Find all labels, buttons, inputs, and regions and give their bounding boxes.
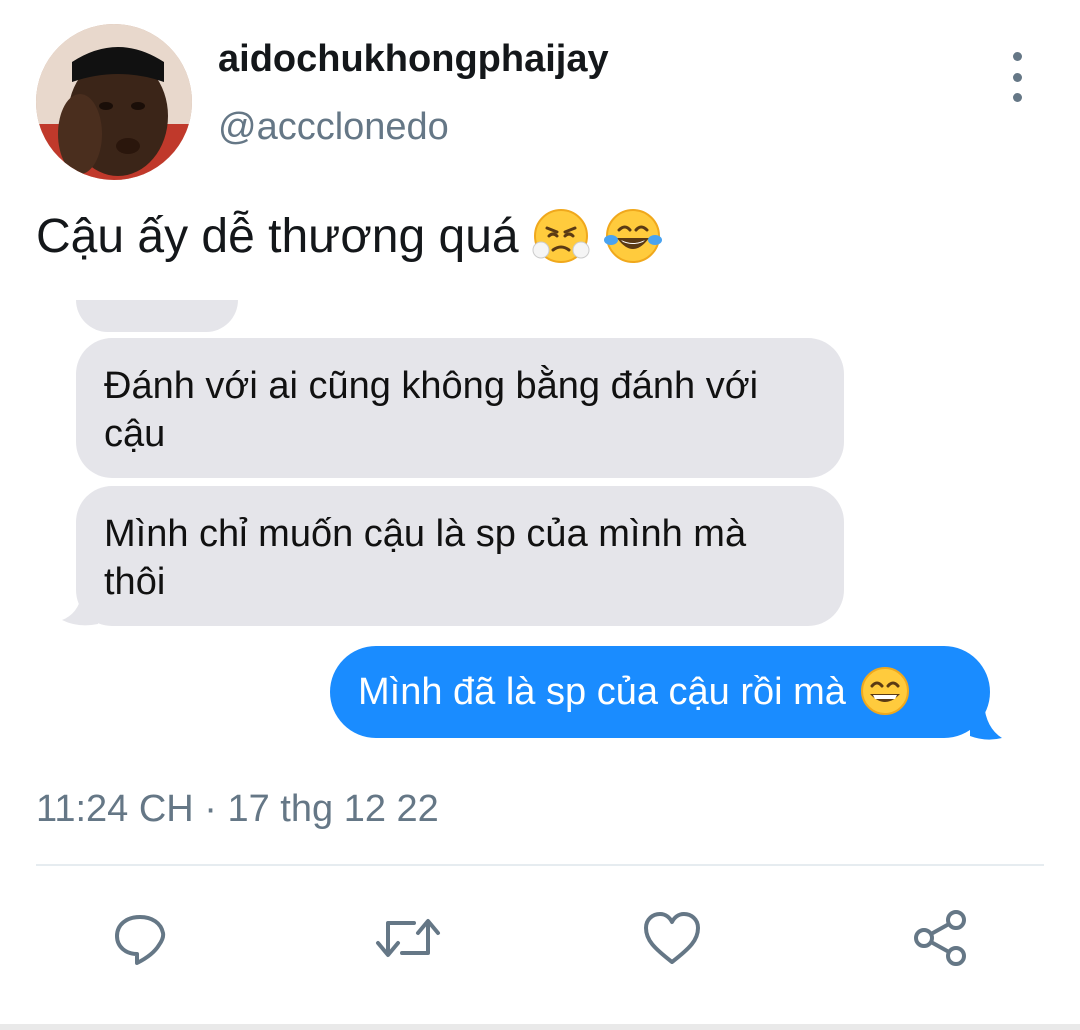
face-with-tears-of-joy-icon bbox=[603, 209, 662, 263]
tweet-text-row: Cậu ấy dễ thương quá bbox=[36, 206, 663, 266]
heart-icon bbox=[644, 912, 700, 964]
more-dot bbox=[1012, 72, 1022, 82]
share-icon bbox=[914, 910, 966, 966]
like-button[interactable] bbox=[634, 900, 710, 976]
incoming-message: Đánh với ai cũng không bằng đánh với cậu bbox=[76, 338, 844, 478]
more-dot bbox=[1012, 93, 1022, 102]
outgoing-bubble-tail bbox=[970, 704, 1002, 740]
face-with-steam-from-nose-icon bbox=[532, 209, 590, 263]
display-name[interactable]: aidochukhongphaijay bbox=[218, 38, 609, 81]
avatar-image bbox=[36, 24, 192, 180]
outgoing-message: Mình đã là sp của cậu rồi mà bbox=[330, 646, 990, 738]
more-dot bbox=[1012, 52, 1022, 61]
chat-bubble-partial bbox=[76, 300, 238, 332]
attached-chat-image[interactable]: Đánh với ai cũng không bằng đánh với cậu… bbox=[0, 300, 1080, 760]
reply-icon bbox=[115, 915, 166, 965]
more-options-icon[interactable] bbox=[1000, 52, 1034, 102]
action-bar bbox=[0, 900, 1080, 980]
retweet-button[interactable] bbox=[370, 900, 446, 976]
bottom-border bbox=[0, 1024, 1080, 1030]
share-button[interactable] bbox=[902, 900, 978, 976]
user-handle[interactable]: @accclonedo bbox=[218, 106, 449, 149]
tweet-timestamp: 11:24 CH · 17 thg 12 22 bbox=[36, 788, 439, 830]
avatar[interactable] bbox=[36, 24, 192, 180]
grinning-face-icon bbox=[860, 667, 909, 715]
incoming-bubble-tail bbox=[62, 594, 98, 626]
incoming-message: Mình chỉ muốn cậu là sp của mình mà thôi bbox=[76, 486, 844, 626]
outgoing-message-text: Mình đã là sp của cậu rồi mà bbox=[358, 671, 846, 713]
tweet-text: Cậu ấy dễ thương quá bbox=[36, 209, 519, 263]
divider bbox=[36, 864, 1044, 866]
reply-button[interactable] bbox=[102, 900, 178, 976]
retweet-icon bbox=[376, 919, 440, 957]
